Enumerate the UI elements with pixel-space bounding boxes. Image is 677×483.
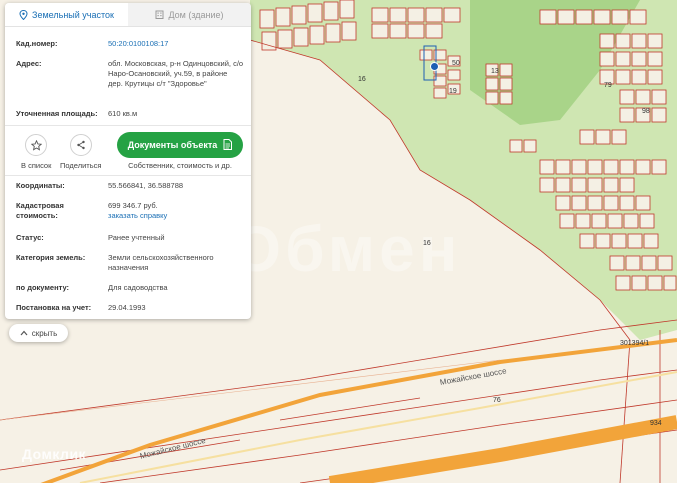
divider: [5, 125, 251, 126]
document-icon: [223, 138, 233, 152]
area-value: 610 кв.м: [108, 109, 138, 118]
tab-label: Земельный участок: [32, 9, 114, 20]
tab-building[interactable]: Дом (здание): [128, 3, 251, 26]
share-button[interactable]: Поделиться: [60, 134, 101, 170]
detail-key: Кадастровая стоимость:: [16, 201, 64, 220]
tab-label: Дом (здание): [168, 9, 224, 20]
parcel-label: 301394/1: [620, 340, 650, 347]
domclick-logo: Домклик: [22, 446, 87, 462]
building-icon: [155, 10, 164, 19]
parcel-info-panel: Земельный участок Дом (здание) Кад.номер…: [5, 3, 251, 319]
parcel-label: 79: [604, 82, 612, 89]
chevron-up-icon: [20, 329, 28, 338]
star-icon: [25, 134, 48, 156]
parcel-label: 16: [358, 76, 366, 83]
detail-key: Уточненная площадь:: [16, 109, 98, 118]
documents-button[interactable]: Документы объекта: [117, 132, 243, 158]
detail-key: Категория земель:: [16, 253, 86, 262]
share-label: Поделиться: [60, 161, 102, 170]
cadastral-cost-value: 699 346.7 руб.: [108, 201, 158, 210]
permitted-use-value: Для садоводства: [108, 283, 168, 292]
add-to-list-label: В список: [21, 161, 52, 170]
parcel-label: 19: [449, 88, 457, 95]
documents-subtitle: Собственник, стоимость и др.: [128, 161, 232, 170]
location-marker[interactable]: [430, 62, 439, 71]
status-value: Ранее учтенный: [108, 233, 165, 242]
registration-date-value: 29.04.1993: [108, 303, 146, 312]
parcel-label: 13: [491, 68, 499, 75]
share-icon: [69, 134, 92, 156]
parcel-label: 16: [423, 240, 431, 247]
detail-key: Статус:: [16, 233, 44, 242]
cadastral-number-link[interactable]: 50:20:0100108:17: [108, 39, 244, 49]
coordinates-value: 55.566841, 36.588788: [108, 181, 184, 190]
detail-key: Адрес:: [16, 59, 42, 68]
tab-land-plot[interactable]: Земельный участок: [5, 3, 128, 26]
parcel-label: 934: [650, 420, 662, 427]
map-pin-icon: [19, 9, 28, 20]
parcel-label: 98: [642, 108, 650, 115]
divider: [5, 175, 251, 176]
parcel-label: 76: [493, 397, 501, 404]
detail-key: по документу:: [16, 283, 70, 292]
detail-key: Кад.номер:: [16, 39, 58, 48]
tab-bar: Земельный участок Дом (здание): [5, 3, 251, 27]
detail-key: Координаты:: [16, 181, 65, 190]
detail-key: Постановка на учет:: [16, 303, 92, 312]
order-certificate-link[interactable]: заказать справку: [108, 211, 244, 221]
documents-button-label: Документы объекта: [127, 140, 218, 150]
add-to-list-button[interactable]: В список: [21, 134, 51, 170]
address-value: обл. Московская, р-н Одинцовский, с/о На…: [108, 59, 244, 88]
hide-panel-button[interactable]: скрыть: [9, 324, 68, 342]
land-category-value: Земли сельскохозяйственного назначения: [108, 253, 214, 272]
hide-panel-label: скрыть: [31, 328, 58, 338]
parcel-label: 50: [452, 60, 460, 67]
